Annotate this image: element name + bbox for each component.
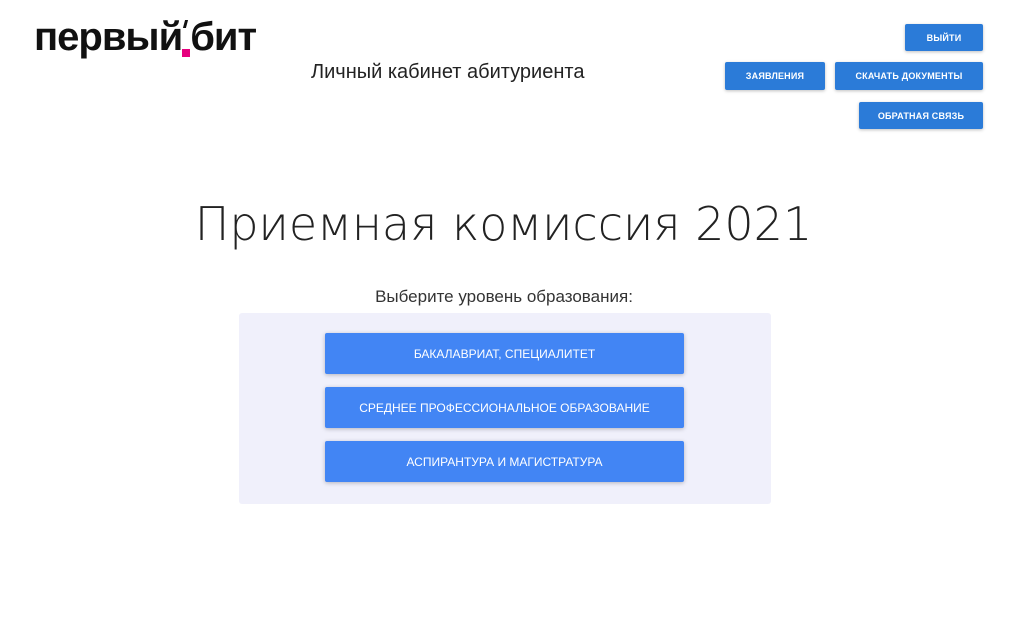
education-level-prompt: Выберите уровень образования: [375, 287, 633, 306]
applications-button[interactable]: ЗАЯВЛЕНИЯ [725, 62, 825, 90]
level-button-vocational[interactable]: СРЕДНЕЕ ПРОФЕССИОНАЛЬНОЕ ОБРАЗОВАНИЕ [325, 387, 684, 428]
education-level-panel: БАКАЛАВРИАТ, СПЕЦИАЛИТЕТ СРЕДНЕЕ ПРОФЕСС… [239, 313, 771, 504]
cabinet-subtitle: Личный кабинет абитуриента [311, 61, 585, 83]
logo[interactable]: первый бит [34, 14, 257, 64]
page: первый бит Личный кабинет абитуриента ВЫ… [0, 0, 1024, 644]
logo-word-first: первый [34, 15, 183, 59]
logo-accent-mark [181, 14, 191, 60]
logo-word-second: бит [190, 15, 257, 59]
exit-button[interactable]: ВЫЙТИ [905, 24, 983, 51]
level-button-postgraduate[interactable]: АСПИРАНТУРА И МАГИСТРАТУРА [325, 441, 684, 482]
level-button-bachelor[interactable]: БАКАЛАВРИАТ, СПЕЦИАЛИТЕТ [325, 333, 684, 374]
logo-bar-shape [183, 20, 189, 28]
download-documents-button[interactable]: СКАЧАТЬ ДОКУМЕНТЫ [835, 62, 983, 90]
logo-pink-square [182, 49, 191, 57]
feedback-button[interactable]: ОБРАТНАЯ СВЯЗЬ [859, 102, 983, 129]
page-title: Приемная комиссия 2021 [194, 196, 813, 251]
